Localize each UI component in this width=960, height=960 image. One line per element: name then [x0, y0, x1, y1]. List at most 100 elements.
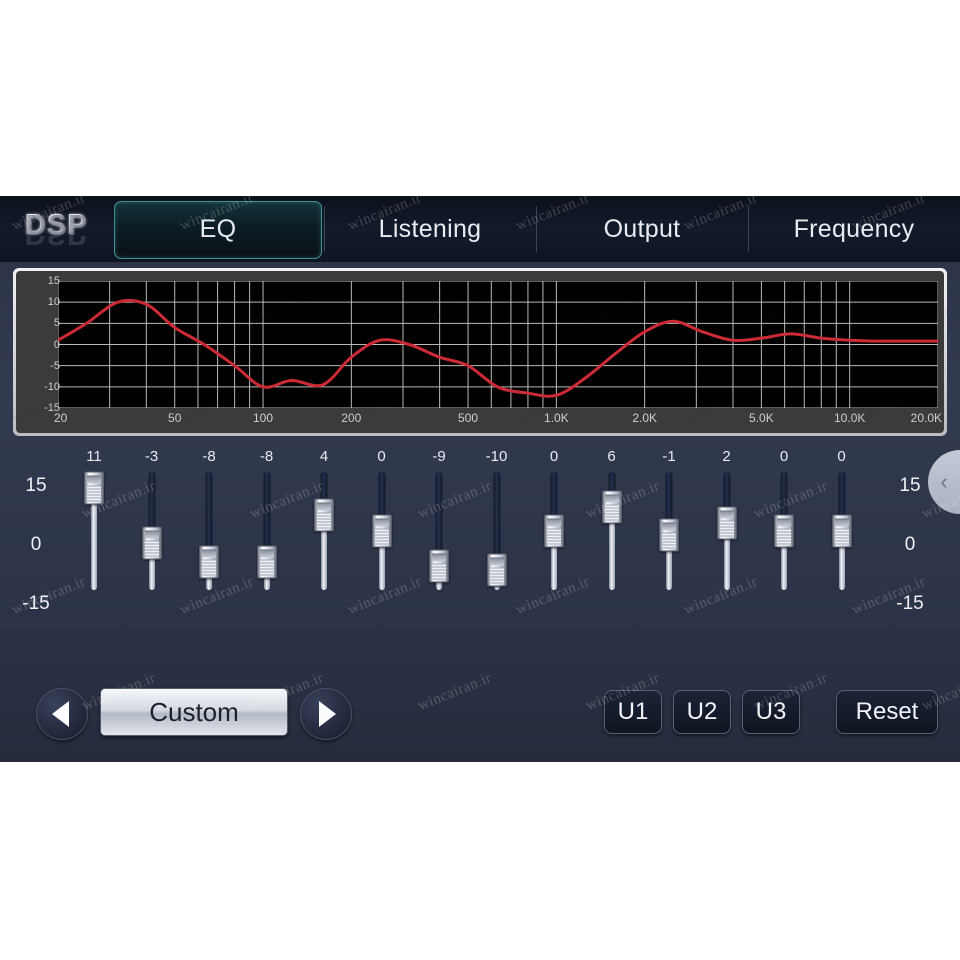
slider-thumb[interactable]: [256, 545, 277, 579]
user-preset-u2-label: U2: [686, 698, 718, 725]
slider-track-upper: [378, 472, 385, 517]
user-preset-u3-button[interactable]: U3: [742, 690, 800, 734]
band-gain-value: 0: [377, 448, 386, 465]
slider-thumb[interactable]: [716, 506, 737, 540]
slider-track-lower: [608, 521, 615, 590]
band-slider[interactable]: [360, 472, 404, 590]
slider-track-lower: [378, 545, 385, 590]
slider-track-upper: [838, 472, 845, 517]
band-slider[interactable]: [820, 472, 864, 590]
band-gain-value: -8: [202, 448, 216, 465]
slider-track-lower: [321, 529, 327, 590]
graph-x-tick: 20.0K: [910, 411, 942, 425]
band-slider[interactable]: [245, 472, 289, 590]
slider-thumb[interactable]: [659, 518, 679, 552]
graph-x-tick: 20: [54, 411, 68, 425]
slider-thumb[interactable]: [601, 490, 622, 524]
graph-y-tick: 15: [47, 275, 60, 287]
graph-y-tick: 0: [53, 338, 60, 351]
eq-slider-bank: 15 0 -15 15 0 -15 11 -3 -8 -8 4 0 -9 -10 0 6 -1 2 0 0: [0, 442, 960, 614]
graph-x-tick: 5.0K: [749, 411, 774, 425]
band-slider[interactable]: [762, 472, 806, 590]
slider-track-upper: [780, 472, 788, 517]
eq-response-graph[interactable]: 15 10 5 0 -5 -10 -15 20 50 100 200 500 1.0K 2.0K 5.0K 1…: [13, 268, 947, 436]
tab-eq-label: EQ: [199, 214, 237, 243]
band-slider[interactable]: [302, 472, 346, 590]
tab-list: EQ Listening Output Frequency: [112, 196, 960, 262]
graph-y-tick: -5: [50, 359, 60, 372]
slider-track-upper: [550, 472, 558, 517]
preset-next-button[interactable]: [300, 688, 352, 740]
preset-name-button[interactable]: Custom: [100, 688, 288, 736]
band-gain-value: -10: [485, 448, 508, 465]
slider-track-upper: [435, 472, 443, 553]
slider-track-upper: [148, 472, 155, 529]
tab-output[interactable]: Output: [536, 196, 748, 262]
bottom-control-bar: Custom U1 U2 U3 Reset: [0, 688, 960, 762]
graph-y-tick: 5: [53, 317, 60, 330]
band-slider[interactable]: [590, 472, 634, 590]
tab-frequency-label: Frequency: [793, 214, 915, 243]
graph-x-tick: 500: [458, 411, 479, 425]
slider-track-lower: [723, 537, 730, 590]
triangle-right-icon: [319, 701, 336, 727]
eq-curve-plot: [58, 281, 938, 408]
tab-listening-label: Listening: [378, 214, 482, 243]
graph-x-tick: 10.0K: [834, 411, 866, 425]
band-gain-value: 4: [319, 448, 329, 465]
graph-x-tick: 50: [168, 411, 182, 425]
scale-right-bottom: -15: [896, 593, 924, 614]
graph-x-tick: 1.0K: [544, 411, 569, 425]
scale-right-mid: 0: [904, 534, 916, 555]
scale-left-mid: 0: [30, 534, 42, 555]
preset-name-label: Custom: [149, 696, 239, 727]
slider-track-lower: [838, 545, 845, 590]
tab-bar: DSP DSP EQ Listening Output Frequency: [0, 196, 960, 262]
tab-eq[interactable]: EQ: [112, 196, 324, 262]
band-slider[interactable]: [475, 472, 519, 590]
graph-y-tick: 10: [47, 296, 60, 309]
band-slider[interactable]: [705, 472, 749, 590]
slider-thumb[interactable]: [314, 498, 334, 532]
preset-prev-button[interactable]: [36, 688, 88, 740]
scale-left-bottom: -15: [22, 593, 50, 614]
band-gain-value: 11: [86, 448, 102, 465]
slider-thumb[interactable]: [544, 514, 564, 548]
slider-track-lower: [666, 548, 672, 590]
slider-thumb[interactable]: [774, 514, 794, 548]
band-gain-value: -9: [432, 448, 446, 465]
slider-thumb[interactable]: [429, 549, 449, 583]
slider-thumb[interactable]: [371, 514, 392, 548]
band-slider[interactable]: [532, 472, 576, 590]
user-preset-u2-button[interactable]: U2: [673, 690, 731, 734]
scale-left-top: 15: [25, 475, 47, 496]
reset-button[interactable]: Reset: [836, 690, 938, 734]
slider-track-upper: [263, 472, 270, 549]
triangle-left-icon: [52, 701, 69, 727]
slider-track-upper: [723, 472, 730, 510]
slider-thumb[interactable]: [486, 553, 507, 587]
slider-track-lower: [91, 501, 97, 590]
slider-thumb[interactable]: [199, 545, 219, 579]
user-preset-u1-button[interactable]: U1: [604, 690, 662, 734]
slider-thumb[interactable]: [84, 471, 104, 505]
band-slider[interactable]: [130, 472, 174, 590]
band-gain-value: 0: [837, 448, 846, 465]
band-gain-value: 0: [549, 448, 559, 465]
eq-graph-inner: 15 10 5 0 -5 -10 -15 20 50 100 200 500 1.0K 2.0K 5.0K 1…: [16, 271, 944, 433]
tab-listening[interactable]: Listening: [324, 196, 536, 262]
slider-thumb[interactable]: [141, 526, 162, 560]
band-slider[interactable]: [647, 472, 691, 590]
reset-button-label: Reset: [855, 698, 919, 725]
tab-frequency[interactable]: Frequency: [748, 196, 960, 262]
scale-right-top: 15: [899, 475, 921, 496]
graph-x-tick: 100: [253, 411, 274, 425]
graph-x-tick: 200: [341, 411, 362, 425]
band-slider[interactable]: [72, 471, 116, 590]
band-slider[interactable]: [187, 472, 231, 590]
slider-track-lower: [781, 545, 787, 590]
band-slider[interactable]: [417, 472, 461, 590]
slider-thumb[interactable]: [831, 514, 852, 548]
band-gain-value: -3: [144, 448, 159, 465]
tab-output-label: Output: [603, 214, 681, 243]
